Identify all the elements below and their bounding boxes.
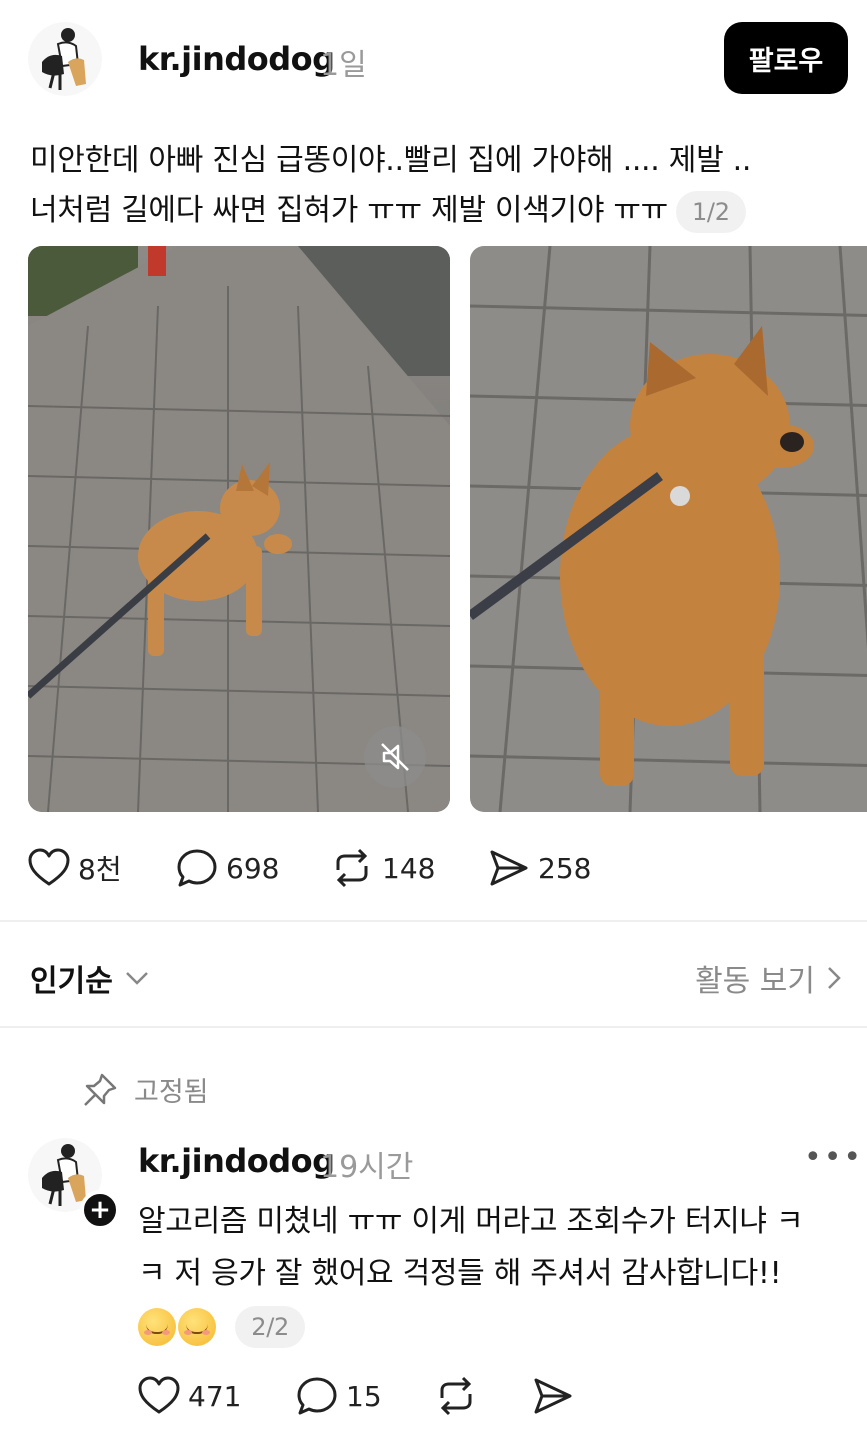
comment-share-button[interactable] xyxy=(532,1376,574,1416)
share-button[interactable]: 258 xyxy=(488,848,591,888)
send-icon xyxy=(490,850,528,886)
comment-timestamp: 19시간 xyxy=(320,1150,414,1185)
activity-label: 활동 보기 xyxy=(695,964,815,999)
comment-counter-badge: 2/2 xyxy=(235,1305,305,1348)
comment-body: 알고리즘 미쳤네 ㅠㅠ 이게 머라고 조회수가 터지냐 ㅋ ㅋ 저 응가 잘 했… xyxy=(138,1196,838,1352)
follow-plus-button[interactable]: + xyxy=(80,1190,120,1230)
more-options-button[interactable]: ••• xyxy=(804,1140,863,1175)
comment-reply-button[interactable]: 15 xyxy=(296,1376,382,1416)
divider xyxy=(0,920,867,922)
comment-line-1: 알고리즘 미쳤네 ㅠㅠ 이게 머라고 조회수가 터지냐 ㅋ xyxy=(138,1204,804,1239)
like-button[interactable]: 8천 xyxy=(28,848,122,888)
pin-icon xyxy=(84,1073,117,1106)
send-icon xyxy=(534,1378,572,1414)
repost-button[interactable]: 148 xyxy=(330,848,435,888)
comment-username[interactable]: kr.jindodog xyxy=(138,1142,335,1180)
post-caption-line-2: 너처럼 길에다 싸면 집혀가 ㅠㅠ 제발 이색기야 ㅠㅠ 1/2 xyxy=(30,186,830,236)
comment-count: 698 xyxy=(226,851,280,885)
smiling-face-emoji-icon xyxy=(138,1307,176,1346)
comment-line-3: 2/2 xyxy=(138,1300,838,1352)
post-timestamp: 1일 xyxy=(320,48,367,83)
heart-icon xyxy=(138,1376,180,1414)
plus-icon: + xyxy=(89,1195,111,1225)
share-count: 258 xyxy=(538,851,592,885)
post-caption: 미안한데 아빠 진심 급똥이야..빨리 집에 가야해 .... 제발 .. 너처… xyxy=(30,136,830,236)
chevron-right-icon xyxy=(828,967,841,989)
heart-icon xyxy=(28,848,70,886)
repost-icon xyxy=(440,1376,472,1416)
divider xyxy=(0,1026,867,1028)
repost-icon xyxy=(336,848,368,888)
post-caption-line-2-text: 너처럼 길에다 싸면 집혀가 ㅠㅠ 제발 이색기야 ㅠㅠ xyxy=(30,193,668,228)
comment-button[interactable]: 698 xyxy=(176,848,279,888)
follow-button[interactable]: 팔로우 xyxy=(724,22,848,94)
chevron-down-icon xyxy=(125,972,148,985)
repost-count: 148 xyxy=(382,851,436,885)
post-image[interactable] xyxy=(470,246,867,812)
pinned-indicator: 고정됨 xyxy=(82,1070,209,1109)
sort-dropdown[interactable]: 인기순 xyxy=(30,956,151,1000)
post-counter-badge: 1/2 xyxy=(675,190,746,233)
comment-reply-count: 15 xyxy=(346,1379,382,1413)
pinned-label: 고정됨 xyxy=(134,1077,209,1108)
post-username[interactable]: kr.jindodog xyxy=(138,40,335,78)
comment-like-button[interactable]: 471 xyxy=(138,1376,241,1416)
smiling-face-emoji-icon xyxy=(178,1307,216,1346)
comment-line-2: ㅋ 저 응가 잘 했어요 걱정들 해 주셔서 감사합니다!! xyxy=(138,1256,782,1291)
post-author-avatar[interactable] xyxy=(28,22,102,96)
like-count: 8천 xyxy=(78,853,122,886)
speaker-muted-icon xyxy=(381,743,409,771)
speech-bubble-icon xyxy=(297,1377,337,1415)
view-activity-link[interactable]: 활동 보기 xyxy=(695,956,843,1000)
comment-like-count: 471 xyxy=(188,1379,242,1413)
post-caption-line-1: 미안한데 아빠 진심 급똥이야..빨리 집에 가야해 .... 제발 .. xyxy=(30,143,752,178)
mute-button[interactable] xyxy=(364,726,426,788)
sort-label: 인기순 xyxy=(30,964,113,999)
comment-repost-button[interactable] xyxy=(434,1376,478,1416)
speech-bubble-icon xyxy=(177,849,217,887)
